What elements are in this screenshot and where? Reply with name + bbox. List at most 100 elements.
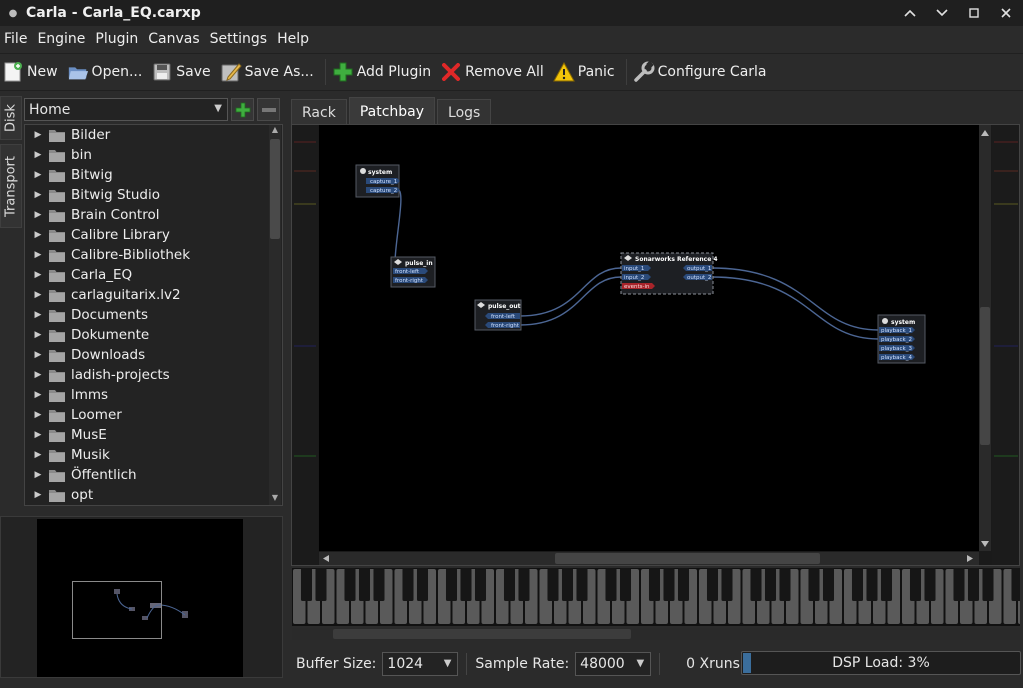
list-item[interactable]: ▶ Öffentlich [25,465,282,485]
vscroll-thumb[interactable] [980,307,990,445]
black-key[interactable] [373,568,385,601]
list-item[interactable]: ▶ Bilder [25,125,282,145]
list-item[interactable]: ▶ Calibre Library [25,225,282,245]
menu-canvas[interactable]: Canvas [144,31,205,47]
menu-settings[interactable]: Settings [206,31,273,47]
list-item[interactable]: ▶ Musik [25,445,282,465]
list-item[interactable]: ▶ MusE [25,425,282,445]
list-item[interactable]: ▶ opt [25,485,282,505]
panic-button[interactable]: Panic [551,55,622,89]
black-key[interactable] [663,568,675,601]
list-item[interactable]: ▶ Brain Control [25,205,282,225]
expand-arrow-icon[interactable]: ▶ [25,230,47,240]
black-key[interactable] [953,568,965,601]
black-key[interactable] [779,568,791,601]
expand-arrow-icon[interactable]: ▶ [25,370,47,380]
menu-help[interactable]: Help [273,31,315,47]
save-as-button[interactable]: Save As... [218,55,321,89]
black-key[interactable] [474,568,487,601]
black-key[interactable] [764,568,777,601]
open-button[interactable]: Open... [65,55,150,89]
buffer-size-select[interactable]: 1024 ▼ [382,652,459,676]
tab-logs[interactable]: Logs [437,99,492,126]
node-pulse-in[interactable]: pulse_in front-left front-right [390,256,436,288]
add-plugin-button[interactable]: Add Plugin [330,55,438,89]
expand-arrow-icon[interactable]: ▶ [25,290,47,300]
list-item[interactable]: ▶ Calibre-Bibliothek [25,245,282,265]
black-key[interactable] [721,568,733,601]
expand-arrow-icon[interactable]: ▶ [25,430,47,440]
black-key[interactable] [924,568,936,601]
black-key[interactable] [358,568,371,601]
save-button[interactable]: Save [149,55,217,89]
scroll-up-icon[interactable]: ▲ [269,125,281,137]
black-key[interactable] [300,568,313,601]
menu-file[interactable]: File [0,31,33,47]
expand-arrow-icon[interactable]: ▶ [25,470,47,480]
list-item[interactable]: ▶ Carla_EQ [25,265,282,285]
menu-engine[interactable]: Engine [33,31,91,47]
app-icon[interactable]: ● [0,8,26,19]
expand-arrow-icon[interactable]: ▶ [25,310,47,320]
list-item[interactable]: ▶ Bitwig Studio [25,185,282,205]
hscroll-thumb[interactable] [555,553,820,564]
xruns-counter[interactable]: 0 Xruns [686,656,740,672]
expand-arrow-icon[interactable]: ▶ [25,490,47,500]
sample-rate-select[interactable]: 48000 ▼ [575,652,652,676]
tab-patchbay[interactable]: Patchbay [348,97,436,126]
black-key[interactable] [315,568,327,601]
list-item[interactable]: ▶ Dokumente [25,325,282,345]
black-key[interactable] [605,568,617,601]
collapse-icon[interactable] [899,2,921,24]
expand-arrow-icon[interactable]: ▶ [25,130,47,140]
black-key[interactable] [822,568,835,601]
tab-disk[interactable]: Disk [0,96,22,140]
maximize-icon[interactable] [963,2,985,24]
midi-keyboard[interactable] [292,568,1020,626]
file-tree[interactable]: ▶ Bilder ▶ bin ▶ Bitwig ▶ Bitwig Studio ▶ Brain C… [24,124,283,506]
close-icon[interactable] [995,2,1017,24]
list-item[interactable]: ▶ carlaguitarix.lv2 [25,285,282,305]
black-key[interactable] [851,568,864,601]
black-key[interactable] [1011,568,1020,601]
expand-arrow-icon[interactable]: ▶ [25,390,47,400]
node-system-capture[interactable]: system capture_1 capture_2 [355,164,400,198]
list-item[interactable]: ▶ Documents [25,305,282,325]
tab-transport[interactable]: Transport [0,144,22,228]
minimap-viewport[interactable] [72,581,162,639]
node-system-playback[interactable]: system playback_1 playback_2 playback_3 … [877,314,926,364]
remove-folder-button[interactable] [257,98,280,121]
black-key[interactable] [619,568,632,601]
configure-carla-button[interactable]: Configure Carla [631,55,774,89]
list-item[interactable]: ▶ Loomer [25,405,282,425]
node-sonarworks-reference[interactable]: Sonarworks Reference 4 input_1 input_2 e… [620,252,718,295]
remove-all-button[interactable]: Remove All [438,55,551,89]
black-key[interactable] [808,568,820,601]
black-key[interactable] [750,568,762,601]
black-key[interactable] [880,568,893,601]
black-key[interactable] [967,568,980,601]
scrollbar-thumb[interactable] [333,629,631,639]
expand-arrow-icon[interactable]: ▶ [25,210,47,220]
expand-arrow-icon[interactable]: ▶ [25,190,47,200]
black-key[interactable] [518,568,530,601]
black-key[interactable] [677,568,690,601]
node-pulse-out[interactable]: pulse_out front-left front-right [474,299,522,331]
keyboard-scrollbar[interactable] [292,628,1020,640]
black-key[interactable] [503,568,516,601]
add-folder-button[interactable] [231,98,254,121]
tab-rack[interactable]: Rack [291,99,347,126]
expand-arrow-icon[interactable]: ▶ [25,330,47,340]
patchbay-minimap[interactable] [0,516,283,678]
black-key[interactable] [576,568,588,601]
scrollbar-thumb[interactable] [270,139,280,239]
list-item[interactable]: ▶ ladish-projects [25,365,282,385]
black-key[interactable] [547,568,559,601]
expand-arrow-icon[interactable]: ▶ [25,350,47,360]
black-key[interactable] [866,568,878,601]
list-item[interactable]: ▶ bin [25,145,282,165]
expand-arrow-icon[interactable]: ▶ [25,250,47,260]
path-select[interactable]: Home ▼ [24,98,228,121]
black-key[interactable] [445,568,458,601]
black-key[interactable] [402,568,414,601]
